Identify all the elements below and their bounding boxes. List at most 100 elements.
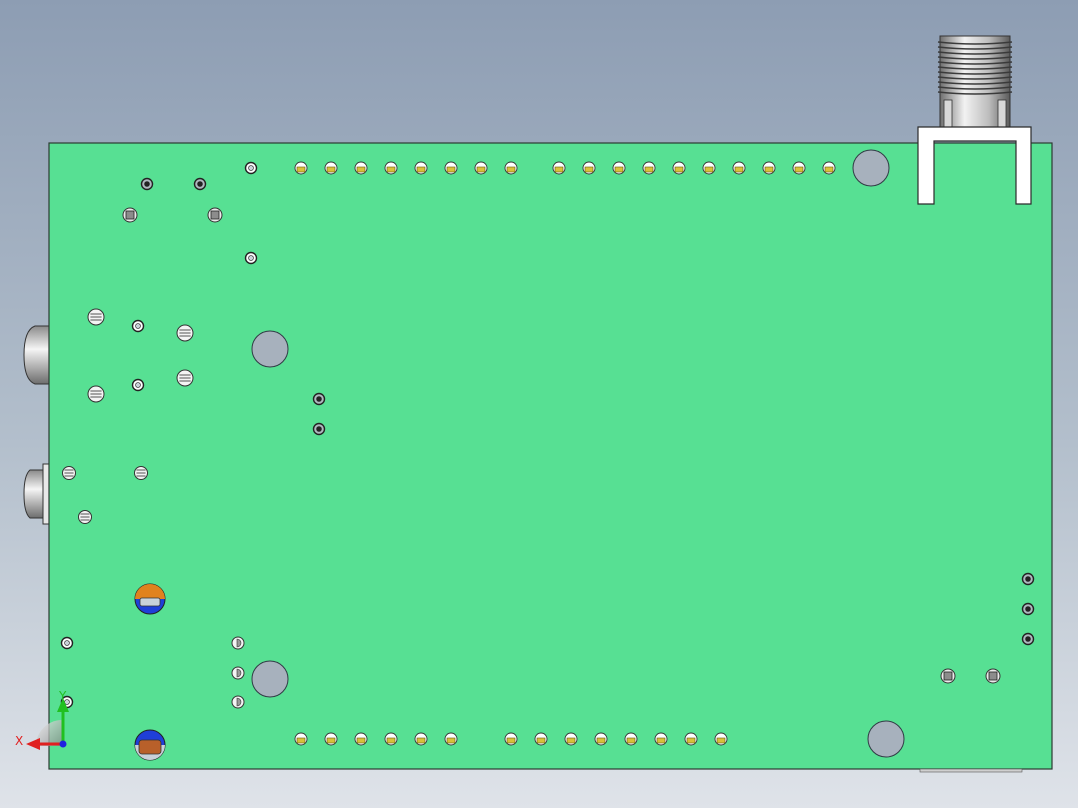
header-pad bbox=[624, 732, 638, 746]
via-hole bbox=[1025, 576, 1031, 582]
header-pad bbox=[822, 161, 836, 175]
pad-solder bbox=[326, 737, 336, 744]
striped-pad bbox=[176, 324, 194, 342]
header-pad bbox=[654, 732, 668, 746]
pad-solder bbox=[596, 737, 606, 744]
square-pad bbox=[985, 668, 1001, 684]
via bbox=[1021, 572, 1035, 586]
y-axis-label: Y bbox=[58, 689, 67, 703]
pad-solder bbox=[626, 737, 636, 744]
via bbox=[193, 177, 207, 191]
header-pad bbox=[354, 161, 368, 175]
half-pad bbox=[231, 695, 245, 709]
sma-connector[interactable] bbox=[937, 35, 1013, 129]
via bbox=[131, 378, 145, 392]
pad-solder bbox=[764, 166, 774, 173]
pad-solder bbox=[476, 166, 486, 173]
pad-solder bbox=[446, 166, 456, 173]
header-pad bbox=[642, 161, 656, 175]
pad-solder bbox=[356, 737, 366, 744]
header-pad bbox=[792, 161, 806, 175]
via-hole bbox=[1025, 636, 1031, 642]
header-pad bbox=[504, 732, 518, 746]
half-pad bbox=[231, 666, 245, 680]
header-pad bbox=[594, 732, 608, 746]
header-pad bbox=[294, 161, 308, 175]
pad-square bbox=[943, 671, 953, 681]
pad-solder bbox=[614, 166, 624, 173]
pad-solder bbox=[356, 166, 366, 173]
via bbox=[60, 636, 74, 650]
header-pad bbox=[324, 732, 338, 746]
via-hole bbox=[64, 640, 70, 646]
header-pad bbox=[714, 732, 728, 746]
pad-solder bbox=[566, 737, 576, 744]
pad-solder bbox=[386, 166, 396, 173]
header-pad bbox=[444, 732, 458, 746]
header-pad bbox=[354, 732, 368, 746]
via bbox=[140, 177, 154, 191]
via bbox=[244, 161, 258, 175]
via bbox=[131, 319, 145, 333]
via bbox=[1021, 602, 1035, 616]
cad-viewport[interactable]: X Y bbox=[0, 0, 1078, 808]
via-hole bbox=[197, 181, 203, 187]
header-pad bbox=[672, 161, 686, 175]
pad-solder bbox=[686, 737, 696, 744]
pad-solder bbox=[416, 737, 426, 744]
striped-pad bbox=[78, 510, 92, 524]
mounting-hole bbox=[867, 720, 905, 758]
pad-solder bbox=[446, 737, 456, 744]
pad-solder bbox=[296, 737, 306, 744]
via-hole bbox=[248, 255, 254, 261]
pad-solder bbox=[506, 166, 516, 173]
via-hole bbox=[135, 382, 141, 388]
via-hole bbox=[248, 165, 254, 171]
header-pad bbox=[504, 161, 518, 175]
pad-solder bbox=[644, 166, 654, 173]
via-hole bbox=[316, 426, 322, 432]
header-pad bbox=[294, 732, 308, 746]
pad-solder bbox=[704, 166, 714, 173]
pad-solder bbox=[296, 166, 306, 173]
header-pad bbox=[564, 732, 578, 746]
striped-pad bbox=[176, 369, 194, 387]
audio-jack-upper[interactable] bbox=[23, 325, 50, 385]
striped-pad bbox=[134, 466, 148, 480]
square-pad bbox=[940, 668, 956, 684]
via bbox=[1021, 632, 1035, 646]
pcb-board[interactable] bbox=[48, 142, 1053, 770]
header-pad bbox=[414, 161, 428, 175]
pad-square bbox=[988, 671, 998, 681]
header-pad bbox=[414, 732, 428, 746]
pad-square bbox=[210, 210, 220, 220]
header-pad bbox=[762, 161, 776, 175]
header-pad bbox=[612, 161, 626, 175]
header-pad bbox=[384, 732, 398, 746]
half-pad bbox=[231, 636, 245, 650]
edge-tab bbox=[919, 768, 1023, 773]
header-pad bbox=[384, 161, 398, 175]
mounting-hole bbox=[852, 149, 890, 187]
pad-solder bbox=[326, 166, 336, 173]
via-hole bbox=[144, 181, 150, 187]
mounting-hole bbox=[251, 660, 289, 698]
pad-solder bbox=[824, 166, 834, 173]
pad-solder bbox=[674, 166, 684, 173]
header-pad bbox=[534, 732, 548, 746]
capacitor-upper[interactable] bbox=[134, 583, 166, 615]
pad-solder bbox=[536, 737, 546, 744]
pad-solder bbox=[716, 737, 726, 744]
pad-square bbox=[125, 210, 135, 220]
pad-solder bbox=[386, 737, 396, 744]
audio-jack-lower[interactable] bbox=[23, 463, 51, 525]
header-pad bbox=[552, 161, 566, 175]
via-hole bbox=[1025, 606, 1031, 612]
pad-solder bbox=[656, 737, 666, 744]
capacitor-lower[interactable] bbox=[134, 729, 166, 761]
via bbox=[312, 422, 326, 436]
pad-solder bbox=[584, 166, 594, 173]
via-hole bbox=[316, 396, 322, 402]
striped-pad bbox=[62, 466, 76, 480]
striped-pad bbox=[87, 308, 105, 326]
